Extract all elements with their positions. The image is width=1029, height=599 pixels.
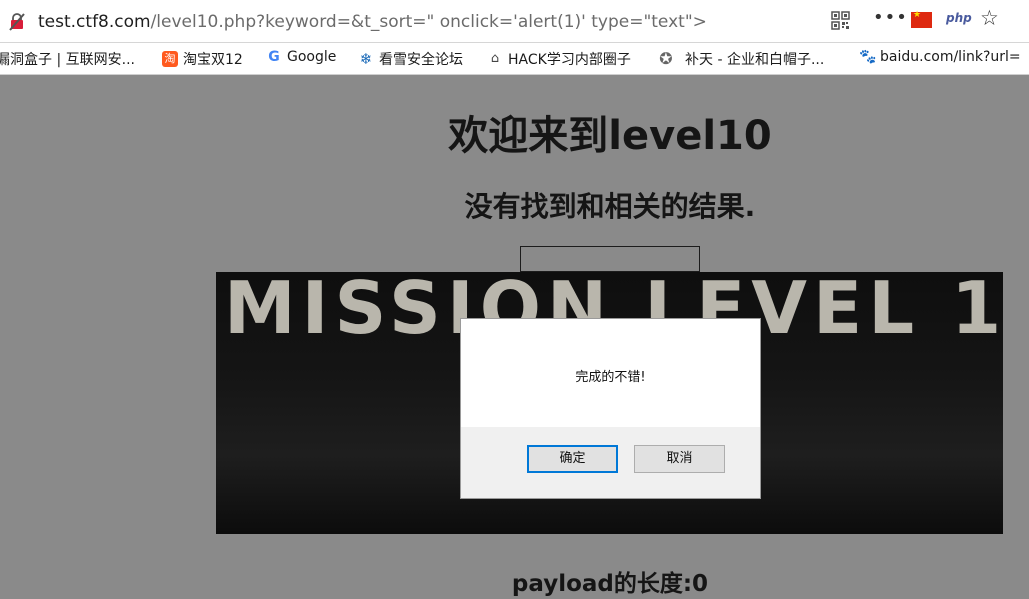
baidu-paw-icon: 🐾: [859, 49, 877, 65]
google-icon: G: [266, 49, 282, 65]
url-text[interactable]: test.ctf8.com/level10.php?keyword=&t_sor…: [38, 12, 707, 32]
star-icon[interactable]: ☆: [980, 6, 999, 30]
ok-button[interactable]: 确定: [527, 445, 618, 473]
page-title: 欢迎来到level10: [448, 113, 772, 159]
more-icon[interactable]: •••: [873, 7, 908, 28]
snowflake-icon: ❄: [358, 50, 374, 68]
bookmark-kanxue[interactable]: ❄ 看雪安全论坛: [358, 49, 463, 69]
bookmark-butian[interactable]: ✪ 补天 - 企业和白帽子...: [658, 49, 824, 69]
search-result-message: 没有找到和相关的结果.: [464, 190, 756, 223]
dialog-message: 完成的不错!: [575, 370, 646, 385]
url-host: test.ctf8.com: [38, 12, 151, 32]
china-flag-icon[interactable]: [911, 10, 932, 28]
bookmark-label: 看雪安全论坛: [379, 52, 463, 68]
address-bar: test.ctf8.com/level10.php?keyword=&t_sor…: [0, 0, 1029, 43]
bookmark-baidu[interactable]: 🐾 baidu.com/link?url=: [859, 49, 1021, 65]
alert-dialog: 完成的不错! 确定 取消: [460, 318, 761, 499]
bookmarks-bar: 漏洞盒子 | 互联网安... 淘 淘宝双12 G Google ❄ 看雪安全论坛…: [0, 43, 1029, 75]
bookmark-label: 补天 - 企业和白帽子...: [685, 52, 825, 68]
bookmark-taobao[interactable]: 淘 淘宝双12: [162, 49, 243, 69]
insecure-icon[interactable]: [8, 13, 26, 31]
url-path: /level10.php?keyword=&t_sort=" onclick='…: [150, 12, 707, 32]
url-field[interactable]: test.ctf8.com/level10.php?keyword=&t_sor…: [0, 3, 1010, 39]
bookmark-hack[interactable]: ⌂ HACK学习内部圈子: [487, 49, 631, 69]
bookmark-label: 淘宝双12: [183, 52, 243, 68]
qr-code-icon[interactable]: [831, 11, 850, 30]
bookmark-label: 漏洞盒子 | 互联网安...: [0, 52, 135, 68]
payload-length-label: payload的长度:0: [511, 571, 709, 597]
cancel-button[interactable]: 取消: [634, 445, 725, 473]
taobao-icon: 淘: [162, 51, 178, 67]
bookmark-google[interactable]: G Google: [266, 49, 336, 65]
bookmark-label: baidu.com/link?url=: [880, 49, 1021, 65]
bookmark-label: Google: [287, 49, 337, 65]
bookmark-loudong[interactable]: 漏洞盒子 | 互联网安...: [0, 49, 135, 69]
dialog-footer: 确定 取消: [461, 427, 760, 498]
search-input[interactable]: [520, 246, 700, 272]
bookmark-label: HACK学习内部圈子: [508, 52, 631, 68]
hat-icon: ⌂: [487, 51, 503, 67]
php-icon[interactable]: php: [946, 11, 972, 25]
butian-icon: ✪: [658, 49, 674, 68]
